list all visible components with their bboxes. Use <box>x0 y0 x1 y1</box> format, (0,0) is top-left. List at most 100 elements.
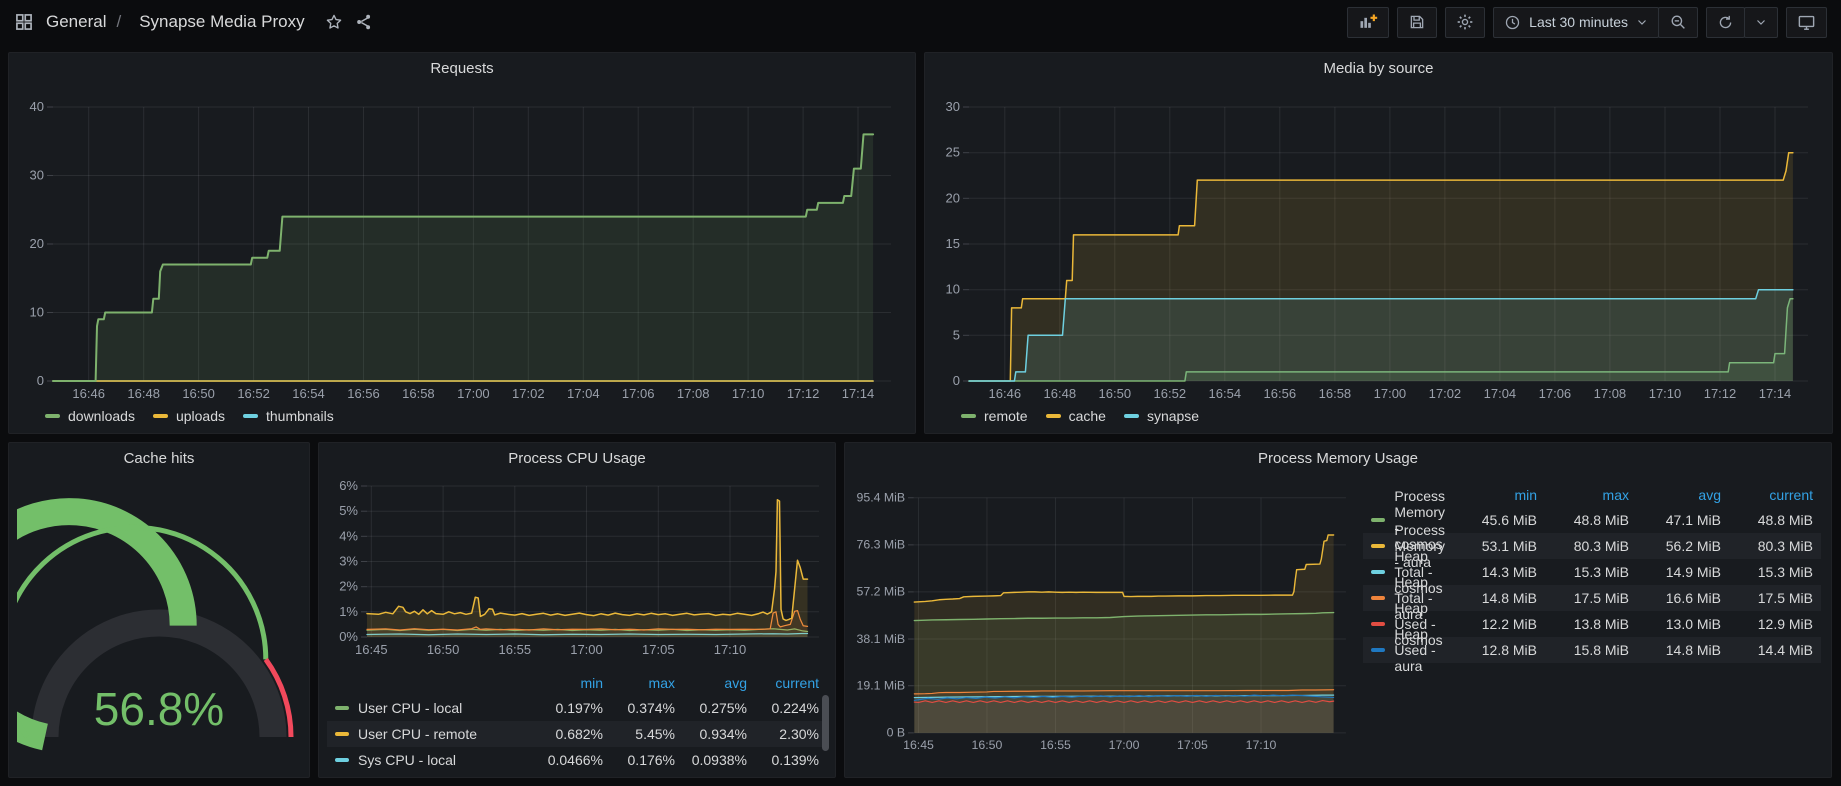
stat-value: 0.224% <box>747 700 819 716</box>
cache-hits-gauge-area: 56.8% <box>17 471 301 771</box>
svg-text:0%: 0% <box>339 629 358 644</box>
svg-text:16:58: 16:58 <box>1319 386 1352 401</box>
series-color-swatch <box>1371 648 1385 652</box>
stat-value: 48.8 MiB <box>1537 512 1629 528</box>
svg-text:4%: 4% <box>339 528 358 543</box>
stat-column-header-min[interactable]: min <box>1445 487 1537 503</box>
legend-item-cache[interactable]: cache <box>1046 408 1106 424</box>
legend-item-label: synapse <box>1147 408 1199 424</box>
memory-chart-area: 16:4516:5016:5517:0017:0517:100 B19.1 Mi… <box>853 471 1355 771</box>
stat-column-header-max[interactable]: max <box>603 675 675 691</box>
panel-process-cpu: Process CPU Usage 16:4516:5016:5517:0017… <box>318 442 836 778</box>
chevron-down-icon <box>1636 16 1648 28</box>
legend-item-synapse[interactable]: synapse <box>1124 408 1199 424</box>
stat-column-header-avg[interactable]: avg <box>1629 487 1721 503</box>
stat-value: 2.30% <box>747 726 819 742</box>
navbar-left: General / Synapse Media Proxy <box>14 4 373 40</box>
legend-item-remote[interactable]: remote <box>961 408 1028 424</box>
svg-text:16:50: 16:50 <box>1099 386 1132 401</box>
stat-value: 15.3 MiB <box>1721 564 1813 580</box>
save-dashboard-button[interactable] <box>1397 7 1437 38</box>
dashboard-settings-button[interactable] <box>1445 7 1485 38</box>
svg-text:16:46: 16:46 <box>989 386 1022 401</box>
chevron-down-icon <box>1755 16 1767 28</box>
refresh-icon <box>1717 14 1734 31</box>
stat-value: 0.934% <box>675 726 747 742</box>
svg-text:5: 5 <box>953 327 960 342</box>
stat-value: 0.682% <box>531 726 603 742</box>
legend-table-row: Heap Used - aura12.8 MiB15.8 MiB14.8 MiB… <box>1363 637 1821 663</box>
stat-column-header-max[interactable]: max <box>1537 487 1629 503</box>
svg-text:17:10: 17:10 <box>732 386 765 401</box>
stat-value: 80.3 MiB <box>1537 538 1629 554</box>
stat-column-header-min[interactable]: min <box>531 675 603 691</box>
legend-item-thumbnails[interactable]: thumbnails <box>243 408 334 424</box>
series-label: Sys CPU - local <box>358 752 456 768</box>
star-icon[interactable] <box>325 13 343 31</box>
panel-title[interactable]: Process Memory Usage <box>853 447 1823 471</box>
series-toggle-Sys CPU - local[interactable]: Sys CPU - local <box>335 752 531 768</box>
monitor-icon <box>1797 13 1816 32</box>
svg-text:16:52: 16:52 <box>237 386 270 401</box>
svg-text:17:04: 17:04 <box>567 386 600 401</box>
svg-text:16:45: 16:45 <box>903 738 934 752</box>
apps-grid-icon[interactable] <box>14 12 34 32</box>
stat-column-header-avg[interactable]: avg <box>675 675 747 691</box>
svg-text:17:00: 17:00 <box>570 642 603 657</box>
series-color-swatch <box>335 758 349 762</box>
stat-value: 13.8 MiB <box>1537 616 1629 632</box>
add-panel-button[interactable] <box>1347 7 1389 38</box>
media-time-series-chart[interactable]: 16:4616:4816:5016:5216:5416:5616:5817:00… <box>933 81 1824 405</box>
legend-item-uploads[interactable]: uploads <box>153 408 225 424</box>
zoom-out-button[interactable] <box>1658 7 1698 38</box>
legend-item-downloads[interactable]: downloads <box>45 408 135 424</box>
series-label: Heap Used - aura <box>1394 626 1445 674</box>
panel-title[interactable]: Media by source <box>933 57 1824 81</box>
legend-scrollbar[interactable] <box>822 695 829 751</box>
stat-value: 0.197% <box>531 700 603 716</box>
cycle-view-mode-button[interactable] <box>1786 7 1827 38</box>
refresh-group <box>1706 7 1778 38</box>
panel-title[interactable]: Requests <box>17 57 907 81</box>
memory-time-series-chart[interactable]: 16:4516:5016:5517:0017:0517:100 B19.1 Mi… <box>853 471 1355 771</box>
stat-column-header-current[interactable]: current <box>747 675 819 691</box>
series-label: User CPU - local <box>358 700 462 716</box>
stat-value: 14.9 MiB <box>1629 564 1721 580</box>
memory-legend-table: minmaxavgcurrentProcess Memory - cosmos4… <box>1355 471 1823 771</box>
series-toggle-User CPU - remote[interactable]: User CPU - remote <box>335 726 531 742</box>
stat-value: 56.2 MiB <box>1629 538 1721 554</box>
series-toggle-User CPU - local[interactable]: User CPU - local <box>335 700 531 716</box>
breadcrumb-dashboard-title[interactable]: Synapse Media Proxy <box>131 4 312 40</box>
stat-value: 15.8 MiB <box>1537 642 1629 658</box>
series-toggle-Heap Used - aura[interactable]: Heap Used - aura <box>1371 626 1445 674</box>
stat-value: 0.275% <box>675 700 747 716</box>
svg-text:1%: 1% <box>339 604 358 619</box>
stat-column-header-current[interactable]: current <box>1721 487 1813 503</box>
legend-table-row: Sys CPU - local0.0466%0.176%0.0938%0.139… <box>327 747 827 773</box>
svg-text:16:48: 16:48 <box>127 386 160 401</box>
cpu-time-series-chart[interactable]: 16:4516:5016:5517:0017:0517:100%1%2%3%4%… <box>327 471 827 667</box>
legend-item-label: cache <box>1069 408 1106 424</box>
breadcrumb-folder[interactable]: General <box>46 12 106 32</box>
svg-text:76.3 MiB: 76.3 MiB <box>857 538 906 552</box>
svg-text:17:05: 17:05 <box>642 642 675 657</box>
requests-time-series-chart[interactable]: 16:4616:4816:5016:5216:5416:5616:5817:00… <box>17 81 907 405</box>
panel-title[interactable]: Process CPU Usage <box>327 447 827 471</box>
legend-item-label: remote <box>984 408 1028 424</box>
time-range-picker[interactable]: Last 30 minutes <box>1493 7 1659 38</box>
legend-table-header: minmaxavgcurrent <box>327 671 827 695</box>
navbar: General / Synapse Media Proxy <box>0 0 1841 44</box>
refresh-interval-dropdown[interactable] <box>1744 7 1778 38</box>
svg-text:16:50: 16:50 <box>182 386 215 401</box>
dashboard-row-1: Requests 16:4616:4816:5016:5216:5416:561… <box>8 52 1833 434</box>
time-range-label: Last 30 minutes <box>1529 14 1628 30</box>
svg-text:16:54: 16:54 <box>292 386 325 401</box>
stat-value: 47.1 MiB <box>1629 512 1721 528</box>
memory-panel-body: 16:4516:5016:5517:0017:0517:100 B19.1 Mi… <box>853 471 1823 771</box>
share-icon[interactable] <box>355 13 373 31</box>
panel-title[interactable]: Cache hits <box>17 447 301 471</box>
gauge-value: 56.8% <box>94 683 224 735</box>
svg-text:20: 20 <box>946 190 960 205</box>
svg-text:5%: 5% <box>339 503 358 518</box>
refresh-button[interactable] <box>1706 7 1745 38</box>
